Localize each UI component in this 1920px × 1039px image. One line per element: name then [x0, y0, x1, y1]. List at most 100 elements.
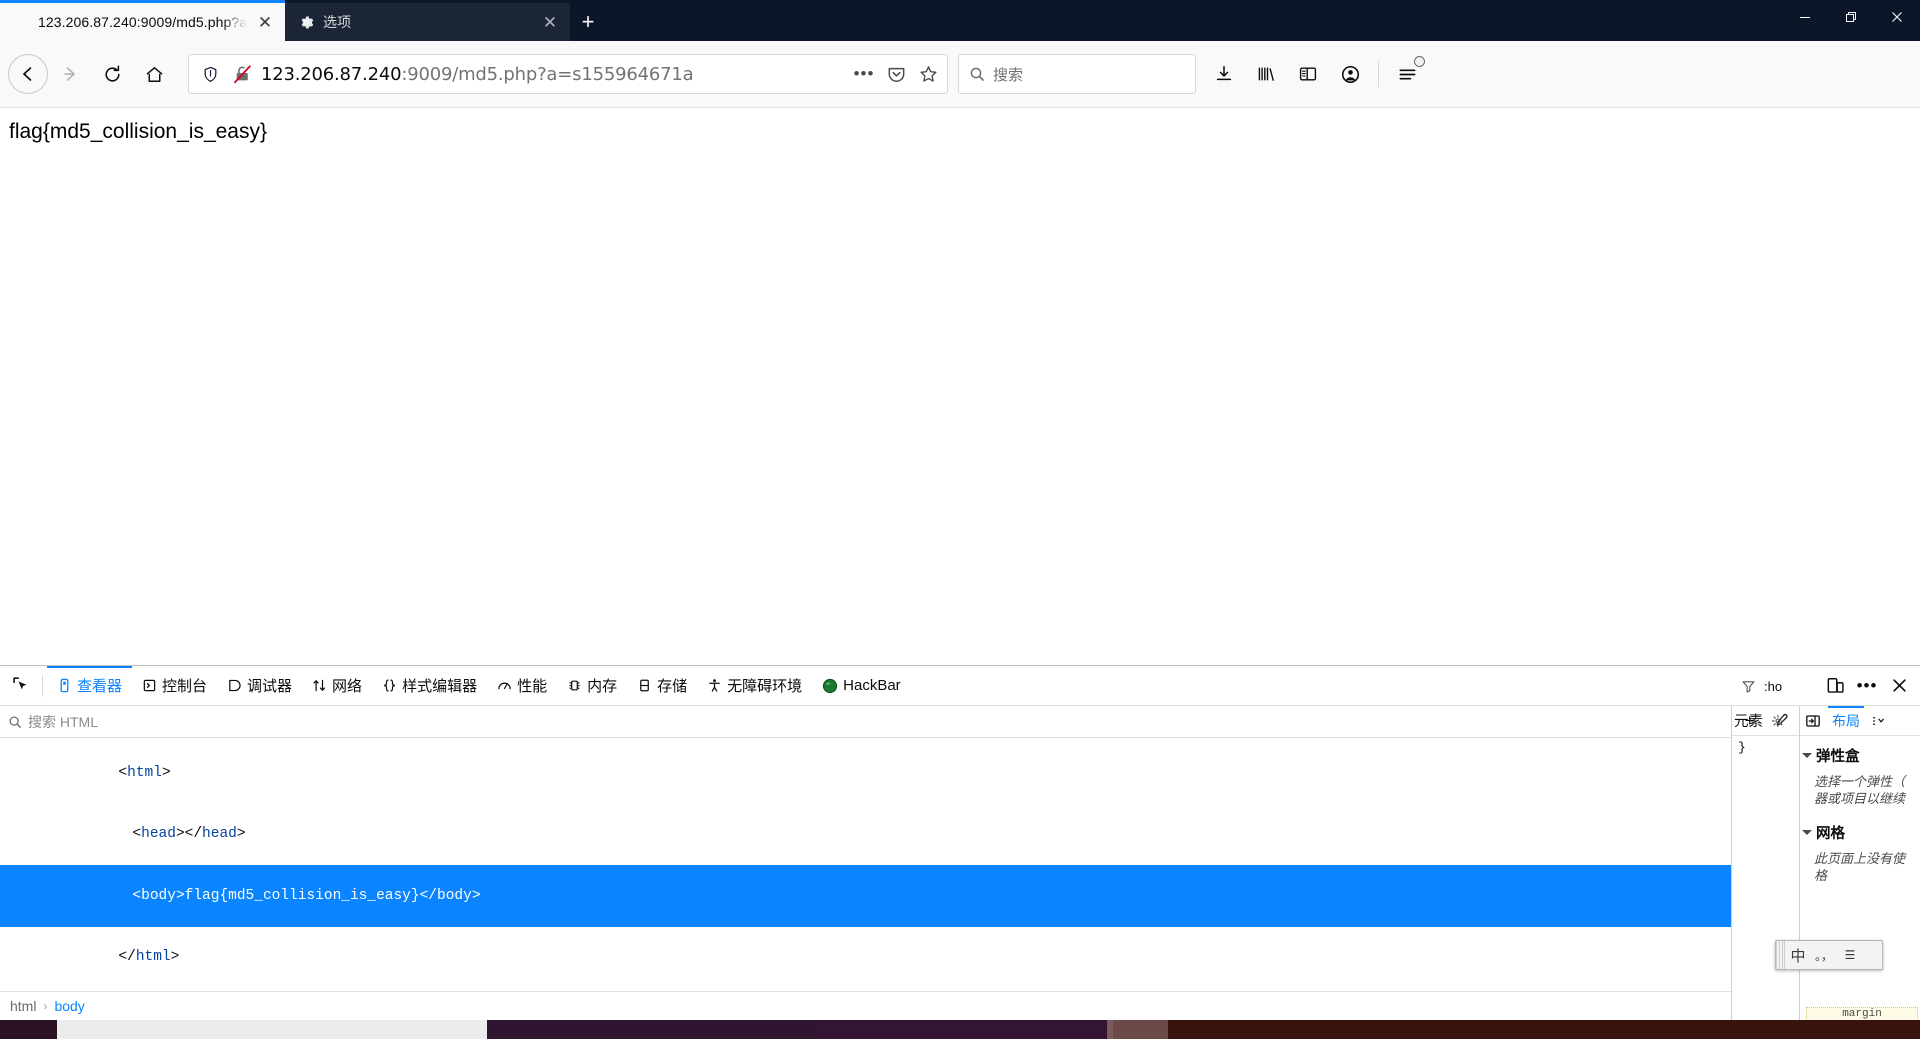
window-minimize-button[interactable]	[1782, 0, 1828, 34]
taskbar-segment	[1168, 1020, 1920, 1039]
inspector-markup-pane: 搜索 HTML <html> <head></head> <body>flag{…	[0, 706, 1732, 1020]
library-icon[interactable]	[1246, 54, 1286, 94]
layout-section-title: 弹性盒	[1816, 749, 1860, 765]
devtools-tab-network[interactable]: 网络	[302, 666, 372, 706]
devtools-body: 搜索 HTML <html> <head></head> <body>flag{…	[0, 679, 1920, 1021]
layout-pane-tabs: 布局	[1800, 705, 1920, 736]
breadcrumb-item-body[interactable]: body	[54, 998, 84, 1014]
url-path: :9009/md5.php?a=s155964671a	[401, 63, 694, 85]
window-restore-button[interactable]	[1828, 0, 1874, 34]
devtools-tab-label: 无障碍环境	[727, 678, 803, 695]
markup-line-selected[interactable]: <body>flag{md5_collision_is_easy}</body>	[0, 865, 1731, 927]
inspector-icon	[57, 678, 72, 693]
shield-icon[interactable]	[197, 61, 223, 87]
panel-toggle-icon[interactable]	[1802, 710, 1824, 732]
devtools-tab-label: 性能	[517, 678, 548, 695]
responsive-design-mode-icon[interactable]	[1820, 671, 1850, 701]
chevron-down-icon	[1802, 830, 1812, 835]
layout-section-header[interactable]: 网格	[1800, 817, 1920, 848]
taskbar-segment	[487, 1020, 817, 1039]
pocket-icon[interactable]	[883, 61, 909, 87]
tab-favicon-blank	[13, 14, 30, 31]
search-input[interactable]: 搜索	[993, 64, 1023, 85]
taskbar-segment	[817, 1020, 1107, 1039]
layout-section-note: 此页面上没有使 格	[1814, 851, 1906, 883]
devtools-tab-strip: 查看器 控制台 调试器 网络 样式编辑器 性能 内存 存储 无障碍环境 Hack…	[47, 665, 911, 706]
markup-line[interactable]: <html>	[0, 742, 1731, 804]
devtools-menu-icon[interactable]: •••	[1852, 671, 1882, 701]
taskbar-segment	[0, 1020, 57, 1039]
rules-pane-tab-label[interactable]: 元素	[1734, 710, 1763, 731]
account-icon[interactable]	[1330, 54, 1370, 94]
devtools-tab-accessibility[interactable]: 无障碍环境	[697, 666, 812, 706]
os-taskbar	[0, 1020, 1920, 1039]
browser-tab-active[interactable]: 123.206.87.240:9009/md5.php?a ✕	[0, 3, 285, 41]
url-host: 123.206.87.240	[261, 63, 402, 85]
forward-button[interactable]	[50, 54, 90, 94]
broken-lock-icon[interactable]	[229, 61, 255, 87]
window-close-button[interactable]	[1874, 0, 1920, 34]
devtools-tab-label: 内存	[587, 678, 618, 695]
ime-drag-handle[interactable]	[1776, 941, 1785, 969]
tab-close-icon[interactable]: ✕	[540, 12, 560, 32]
accessibility-icon	[707, 678, 722, 693]
gear-icon[interactable]	[1771, 714, 1785, 728]
devtools-tab-inspector[interactable]: 查看器	[47, 665, 133, 706]
layout-section-grid: 网格 此页面上没有使 格	[1800, 813, 1920, 890]
back-button[interactable]	[8, 54, 48, 94]
layout-tab[interactable]: 布局	[1826, 705, 1866, 736]
toolbar-right-icons	[1204, 54, 1427, 94]
style-editor-icon	[382, 678, 397, 693]
rules-pane: + } :ho 元素	[1732, 679, 1800, 1020]
browser-tab-options[interactable]: 选项 ✕	[285, 3, 570, 41]
ime-punctuation[interactable]: 。，	[1811, 942, 1837, 968]
markup-search-input[interactable]: 搜索 HTML	[28, 712, 1731, 732]
tab-close-icon[interactable]: ✕	[255, 12, 275, 32]
app-menu-icon[interactable]	[1387, 54, 1427, 94]
downloads-icon[interactable]	[1204, 54, 1244, 94]
ime-floating-bar[interactable]: 中 。， ☰	[1775, 940, 1883, 970]
element-picker-icon[interactable]	[4, 669, 38, 703]
box-model-margin-label: margin	[1842, 1008, 1882, 1020]
search-icon	[8, 715, 22, 729]
taskbar-segment	[1113, 1020, 1168, 1039]
ime-mode-chinese[interactable]: 中	[1785, 942, 1811, 968]
rules-closing-brace: }	[1738, 740, 1746, 755]
devtools-tab-label: 控制台	[162, 678, 208, 695]
devtools-tab-memory[interactable]: 内存	[557, 666, 627, 706]
devtools-tab-hackbar[interactable]: HackBar	[812, 666, 911, 706]
url-bar[interactable]: 123.206.87.240:9009/md5.php?a=s155964671…	[188, 54, 948, 94]
breadcrumb-item-html[interactable]: html	[10, 998, 36, 1014]
close-devtools-icon[interactable]	[1884, 671, 1914, 701]
devtools-tab-debugger[interactable]: 调试器	[217, 666, 302, 706]
ime-toolbox[interactable]: ☰	[1837, 942, 1863, 968]
markup-line[interactable]: <head></head>	[0, 804, 1731, 866]
reload-button[interactable]	[92, 54, 132, 94]
layout-section-header[interactable]: 弹性盒	[1800, 740, 1920, 771]
sidebar-icon[interactable]	[1288, 54, 1328, 94]
update-badge-icon	[1414, 56, 1425, 67]
markup-tree[interactable]: <html> <head></head> <body>flag{md5_coll…	[0, 738, 1731, 991]
filter-icon[interactable]	[1734, 672, 1762, 700]
devtools-divider	[42, 674, 43, 697]
markup-line[interactable]: </html>	[0, 927, 1731, 989]
search-bar[interactable]: 搜索	[958, 54, 1196, 94]
layout-pane: 布局 弹性盒 选择一个弹性（ 器或项目以继续 网格 此页面上没有使 格 marg…	[1800, 705, 1920, 1021]
url-text[interactable]: 123.206.87.240:9009/md5.php?a=s155964671…	[261, 64, 845, 85]
devtools-tab-performance[interactable]: 性能	[487, 666, 557, 706]
devtools-tab-console[interactable]: 控制台	[132, 666, 217, 706]
markup-text-node: flag{md5_collision_is_easy}	[184, 887, 420, 904]
browser-window: 123.206.87.240:9009/md5.php?a ✕ 选项 ✕ + 1…	[0, 0, 1920, 1039]
box-model-diagram: margin	[1806, 1007, 1918, 1021]
rules-pane-header: 元素	[1734, 710, 1785, 731]
pseudo-class-button[interactable]: :ho	[1764, 679, 1782, 694]
home-button[interactable]	[134, 54, 174, 94]
new-tab-button[interactable]: +	[570, 3, 606, 41]
star-icon[interactable]	[915, 61, 941, 87]
navigation-toolbar: 123.206.87.240:9009/md5.php?a=s155964671…	[0, 41, 1920, 108]
layout-menu-icon[interactable]	[1868, 710, 1890, 732]
devtools-tab-storage[interactable]: 存储	[627, 666, 697, 706]
devtools-tab-label: 存储	[657, 678, 688, 695]
devtools-tab-style-editor[interactable]: 样式编辑器	[372, 666, 487, 706]
page-actions-icon[interactable]: •••	[851, 61, 877, 87]
